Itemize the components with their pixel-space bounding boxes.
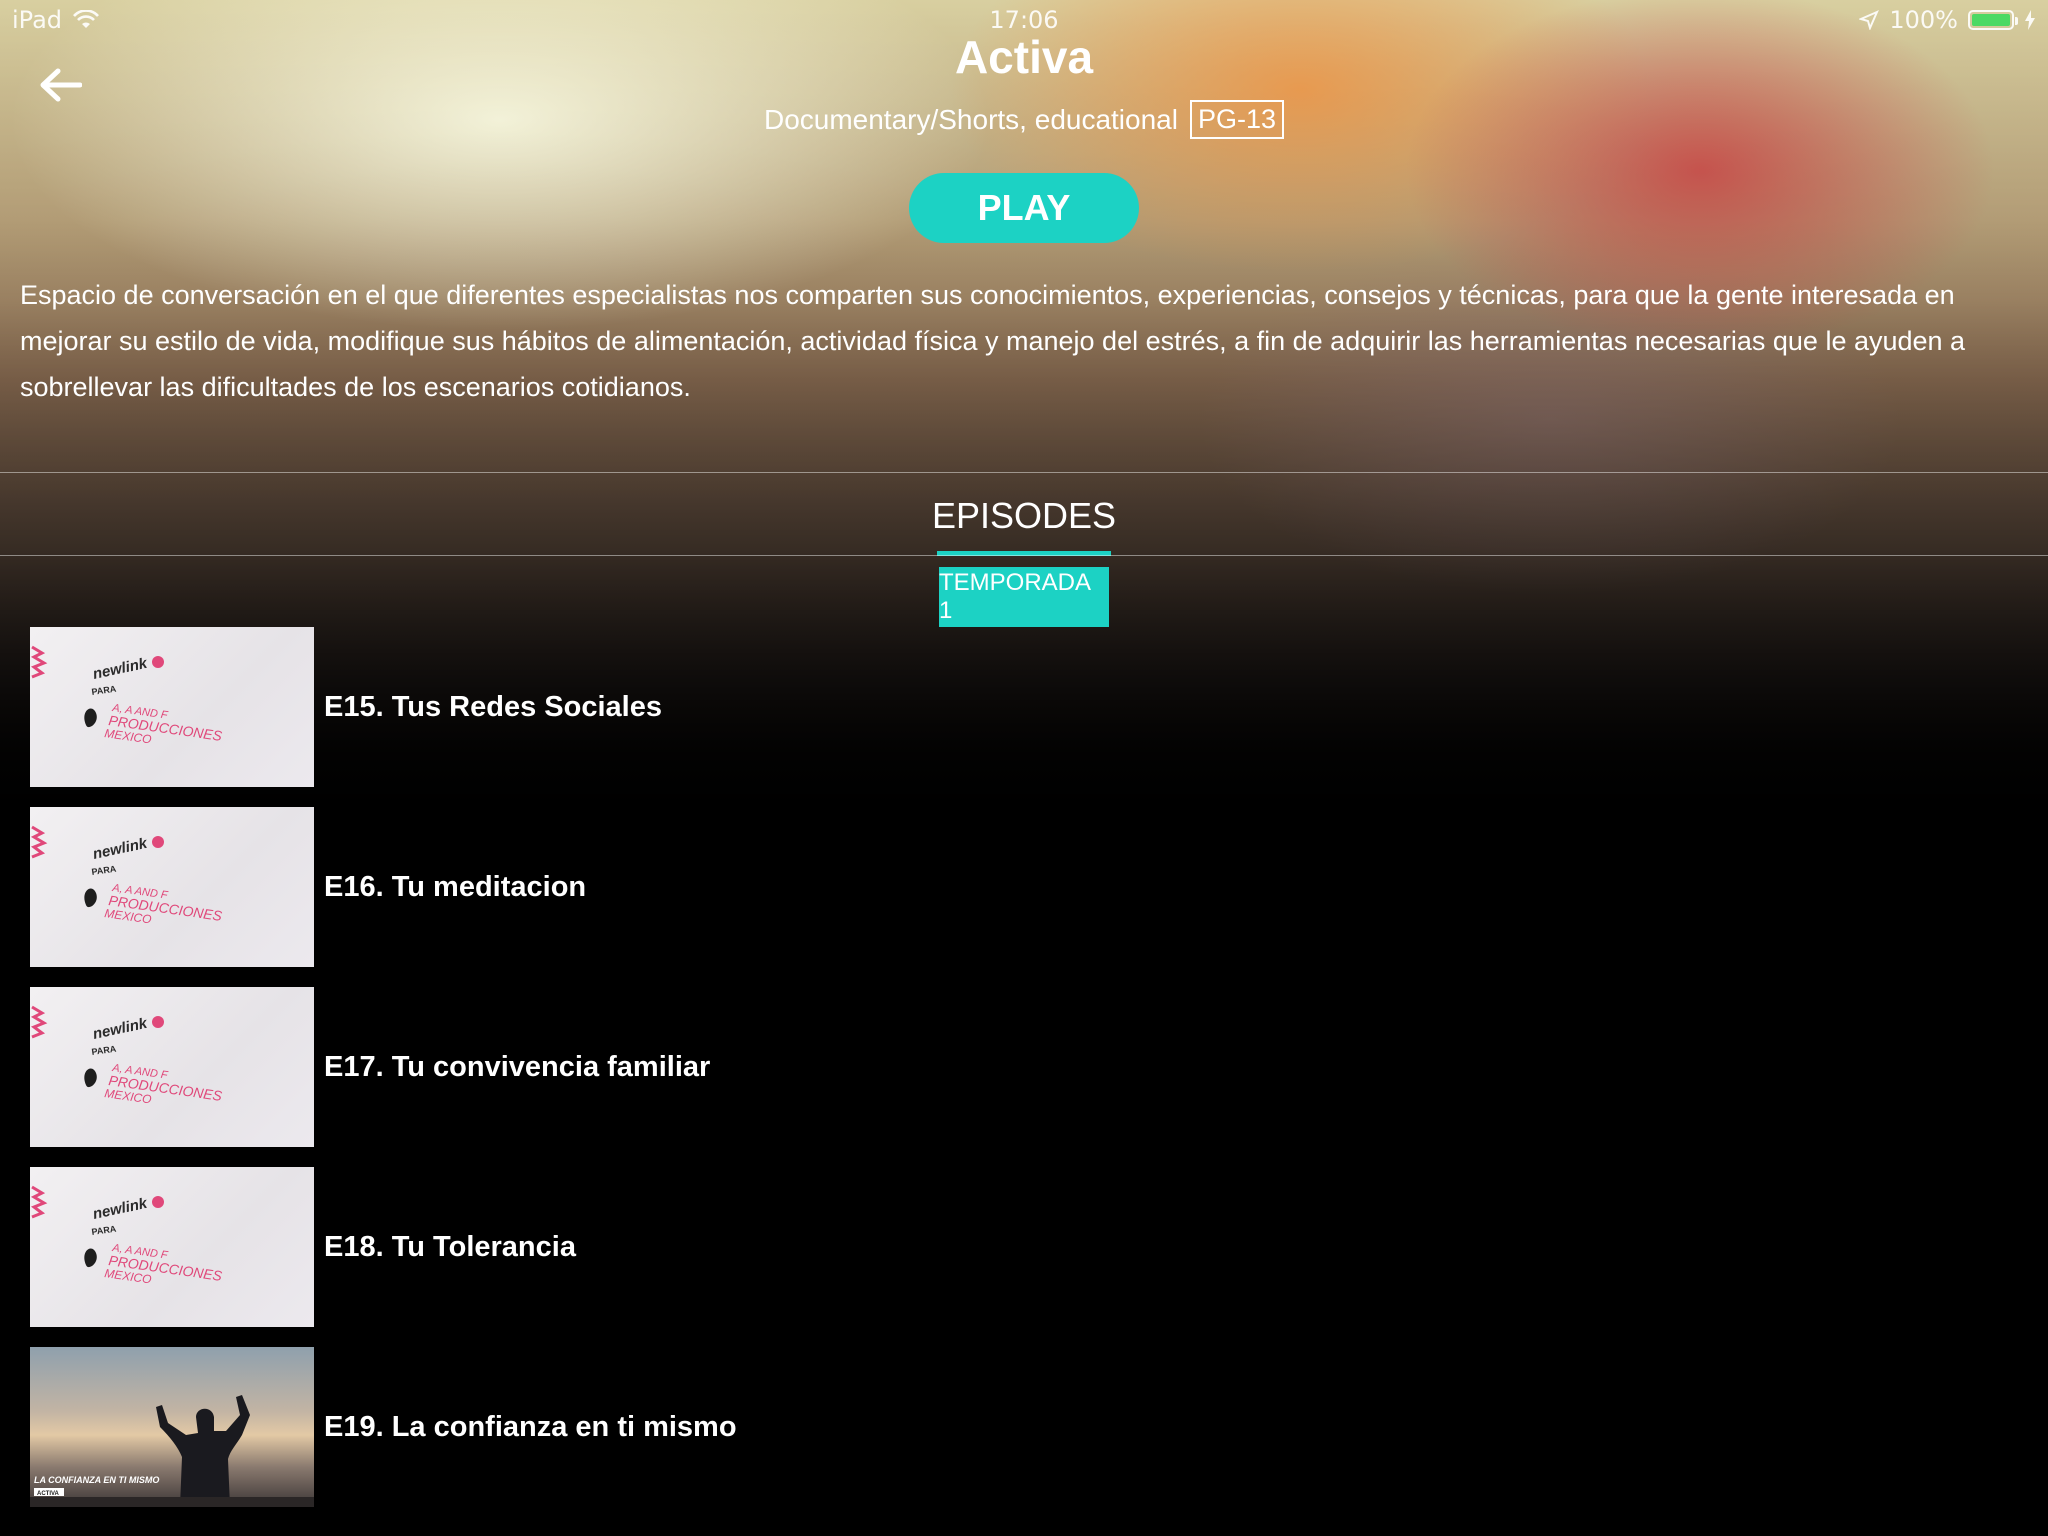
show-title: Activa <box>954 31 1094 83</box>
episode-title: E18. Tu Tolerancia <box>324 1230 576 1263</box>
season-selector-button[interactable]: TEMPORADA 1 <box>939 567 1109 627</box>
episode-row[interactable]: newlink PARA A, A AND F PRODUCCIONES MEX… <box>30 627 2020 787</box>
svg-text:PARA: PARA <box>91 864 117 877</box>
episode-title: E15. Tus Redes Sociales <box>324 690 662 723</box>
episode-thumbnail: newlink PARA A, A AND F PRODUCCIONES MEX… <box>30 987 314 1147</box>
person-silhouette-image: LA CONFIANZA EN TI MISMO ACTIVA <box>30 1395 314 1507</box>
show-meta: Documentary/Shorts, educational PG-13 <box>0 100 2048 139</box>
newlink-logo-image: newlink PARA A, A AND F PRODUCCIONES MEX… <box>30 645 224 747</box>
svg-text:newlink: newlink <box>91 1195 149 1223</box>
episode-row[interactable]: newlink PARA A, A AND F PRODUCCIONES MEX… <box>30 987 2020 1147</box>
newlink-logo-image: newlink PARA A, A AND F PRODUCCIONES MEX… <box>30 1005 224 1107</box>
photo-caption: LA CONFIANZA EN TI MISMO <box>34 1475 159 1485</box>
battery-icon <box>1968 10 2018 30</box>
genres-text: Documentary/Shorts, educational <box>763 103 1178 135</box>
show-description: Espacio de conversación en el que difere… <box>20 280 1966 402</box>
newlink-logo-image: newlink PARA A, A AND F PRODUCCIONES MEX… <box>30 825 224 927</box>
newlink-logo-image: newlink PARA A, A AND F PRODUCCIONES MEX… <box>30 1185 224 1287</box>
svg-text:PARA: PARA <box>91 1044 117 1057</box>
episode-thumbnail: newlink PARA A, A AND F PRODUCCIONES MEX… <box>30 1167 314 1327</box>
episode-title: E17. Tu convivencia familiar <box>324 1050 711 1083</box>
charging-bolt-icon <box>2025 10 2035 30</box>
location-arrow-icon <box>1859 10 1880 30</box>
episode-row[interactable]: newlink PARA A, A AND F PRODUCCIONES MEX… <box>30 1167 2020 1327</box>
rating-badge: PG-13 <box>1189 100 1285 139</box>
tab-episodes[interactable]: EPISODES <box>924 486 1124 554</box>
episode-thumbnail: newlink PARA A, A AND F PRODUCCIONES MEX… <box>30 807 314 967</box>
svg-text:newlink: newlink <box>91 835 149 863</box>
divider <box>0 472 2048 473</box>
episode-detail-screen: iPad 17:06 100% Activa Documentary/Short… <box>0 0 2048 1536</box>
play-button[interactable]: PLAY <box>909 173 1139 243</box>
episode-thumbnail: newlink PARA A, A AND F PRODUCCIONES MEX… <box>30 627 314 787</box>
svg-text:newlink: newlink <box>91 1015 149 1043</box>
episode-thumbnail: LA CONFIANZA EN TI MISMO ACTIVA <box>30 1347 314 1507</box>
divider <box>0 555 2048 556</box>
episode-row[interactable]: LA CONFIANZA EN TI MISMO ACTIVA E19. La … <box>30 1347 2020 1507</box>
svg-text:newlink: newlink <box>91 655 149 683</box>
episode-title: E16. Tu meditacion <box>324 870 587 903</box>
photo-badge: ACTIVA <box>37 1491 60 1497</box>
episode-row[interactable]: newlink PARA A, A AND F PRODUCCIONES MEX… <box>30 807 2020 967</box>
episode-title: E19. La confianza en ti mismo <box>324 1410 737 1443</box>
svg-text:PARA: PARA <box>91 684 117 697</box>
svg-text:PARA: PARA <box>91 1224 117 1237</box>
